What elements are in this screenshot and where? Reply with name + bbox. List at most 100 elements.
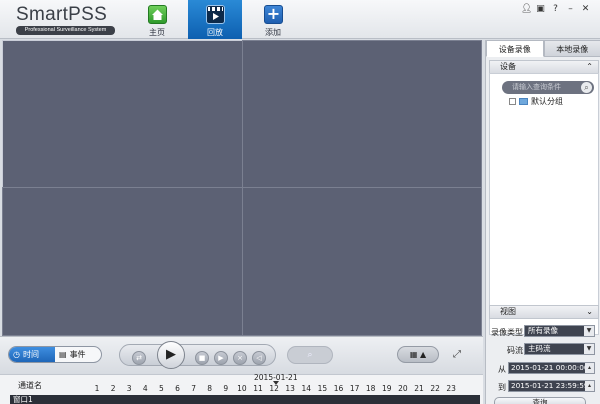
hour-tick: 23: [446, 384, 456, 393]
close-icon[interactable]: ✕: [581, 5, 590, 14]
home-icon: [148, 5, 167, 24]
hour-tick: 9: [223, 384, 229, 393]
minimize-icon[interactable]: –: [566, 5, 575, 14]
video-pane-2[interactable]: [242, 40, 482, 188]
stream-row: 码流 主码流 ▼: [486, 341, 600, 357]
zoom-button[interactable]: ⌕: [287, 346, 333, 364]
fullscreen-icon[interactable]: ⤢: [451, 349, 463, 361]
nav-playback-label: 回放: [207, 28, 223, 37]
checkbox[interactable]: [509, 98, 516, 105]
spinner-icon[interactable]: ▴: [585, 363, 594, 373]
hour-tick: 4: [142, 384, 148, 393]
spinner-icon[interactable]: ▴: [585, 381, 594, 391]
hour-tick: 15: [317, 384, 328, 393]
mode-time-label: 时间: [22, 350, 39, 359]
device-tree: 请输入查询条件 ⌕ 默认分组: [489, 73, 599, 335]
hour-tick: 7: [191, 384, 196, 393]
to-label: 到: [498, 383, 506, 392]
from-row: 从 2015-01-21 00:00:00 ▴: [486, 360, 600, 376]
mode-event-tab[interactable]: ▤ 事件: [55, 347, 101, 362]
record-type-value: 所有录像: [528, 326, 558, 335]
hour-tick: 21: [414, 384, 424, 393]
to-datetime-field[interactable]: 2015-01-21 23:59:59 ▴: [508, 380, 595, 392]
search-icon[interactable]: ⌕: [581, 82, 592, 93]
user-icon[interactable]: 👤︎: [521, 5, 532, 14]
event-icon: ▤: [59, 350, 67, 359]
playback-controls: ◷ 时间 ▤ 事件 ⇄ ■ ▶ × ◁ ▶ ⌕ ▦ ▲ ⤢: [0, 336, 483, 374]
record-type-select[interactable]: 所有录像 ▼: [524, 325, 595, 337]
volume-button[interactable]: ◁: [252, 351, 266, 365]
from-datetime-field[interactable]: 2015-01-21 00:00:00 ▴: [508, 362, 595, 374]
hour-tick: 8: [207, 384, 213, 393]
tree-node-label: 默认分组: [531, 97, 563, 106]
hour-tick: 2: [110, 384, 116, 393]
hour-tick: 22: [430, 384, 440, 393]
hour-tick: 10: [237, 384, 247, 393]
app-window: SmartPSS Professional Surveillance Syste…: [0, 0, 600, 404]
next-frame-button[interactable]: ▶: [214, 351, 228, 365]
search-placeholder: 请输入查询条件: [512, 83, 561, 91]
record-type-row: 录像类型 所有录像 ▼: [486, 323, 600, 339]
tab-device-record[interactable]: 设备录像: [486, 40, 544, 57]
nav-home-label: 主页: [149, 28, 165, 37]
hour-ticks: 1 2 3 4 5 6 7 8 9 10 11 12 13 14 15 16 17 18 19 20 21 22 23: [95, 384, 467, 393]
split-layout-button[interactable]: ▦ ▲: [397, 346, 439, 363]
hour-tick: 18: [365, 384, 376, 393]
lock-icon[interactable]: ▣: [536, 5, 545, 14]
timeline[interactable]: 2015-01-21 通道名 1 2 3 4 5 6 7 8 9 10 11 12 13 14 15 16 17…: [0, 373, 483, 404]
hour-tick: 16: [333, 384, 344, 393]
nav-add-label: 添加: [265, 28, 281, 37]
video-grid: [2, 40, 482, 336]
device-section-header[interactable]: 设备 ⌃: [489, 60, 599, 74]
stream-select[interactable]: 主码流 ▼: [524, 343, 595, 355]
stream-label: 码流: [507, 346, 523, 355]
dropdown-arrow-icon: ▼: [584, 344, 594, 354]
slow-button[interactable]: ×: [233, 351, 247, 365]
hour-tick: 17: [349, 384, 360, 393]
window-controls: 👤︎ ▣ ? – ✕: [521, 5, 590, 14]
mode-event-label: 事件: [69, 350, 86, 359]
sync-play-button[interactable]: ⇄: [132, 351, 146, 365]
hour-tick: 12: [269, 384, 279, 393]
hour-tick: 11: [253, 384, 263, 393]
stop-button[interactable]: ■: [195, 351, 209, 365]
from-datetime-value: 2015-01-21 00:00:00: [511, 363, 589, 372]
mode-time-tab[interactable]: ◷ 时间: [9, 347, 55, 362]
video-pane-4[interactable]: [242, 187, 482, 336]
dropdown-arrow-icon: ▼: [584, 326, 594, 336]
add-icon: +: [264, 5, 283, 24]
hour-tick: 6: [175, 384, 180, 393]
clock-icon: ◷: [13, 350, 20, 359]
logo: SmartPSS Professional Surveillance Syste…: [16, 4, 115, 35]
nav-playback-button[interactable]: 回放: [188, 0, 242, 39]
hour-tick: 19: [382, 384, 392, 393]
hour-tick: 5: [159, 384, 164, 393]
nav-add-button[interactable]: + 添加: [246, 0, 300, 39]
chevron-down-icon[interactable]: ⌄: [586, 306, 593, 318]
query-button[interactable]: 查询: [494, 397, 586, 404]
from-label: 从: [498, 365, 506, 374]
channel-header: 通道名: [18, 381, 42, 390]
video-pane-3[interactable]: [2, 187, 243, 336]
nav-home-button[interactable]: 主页: [130, 0, 184, 39]
to-row: 到 2015-01-21 23:59:59 ▴: [486, 378, 600, 394]
tree-node-default-group[interactable]: 默认分组: [509, 96, 563, 107]
search-input[interactable]: 请输入查询条件 ⌕: [502, 81, 594, 94]
record-source-tabs: 设备录像 本地录像: [486, 40, 600, 57]
hour-tick: 13: [285, 384, 295, 393]
record-type-label: 录像类型: [491, 328, 523, 337]
playback-icon: [206, 5, 225, 24]
view-section-header[interactable]: 视图 ⌄: [489, 305, 599, 319]
to-datetime-value: 2015-01-21 23:59:59: [511, 381, 589, 390]
timeline-row[interactable]: 窗口1: [10, 395, 480, 404]
play-button[interactable]: ▶: [157, 341, 185, 369]
stream-value: 主码流: [528, 344, 551, 353]
video-pane-1[interactable]: [2, 40, 243, 188]
right-panel: 设备录像 本地录像 设备 ⌃ 请输入查询条件 ⌕ 默认分组 视图 ⌄ 录像类型: [485, 40, 600, 404]
hour-tick: 14: [301, 384, 312, 393]
tab-local-record[interactable]: 本地录像: [543, 40, 600, 57]
playback-button-bar: ⇄ ■ ▶ × ◁: [119, 344, 276, 366]
help-icon[interactable]: ?: [551, 5, 560, 14]
chevron-up-icon[interactable]: ⌃: [586, 61, 593, 73]
hour-tick: 3: [126, 384, 132, 393]
